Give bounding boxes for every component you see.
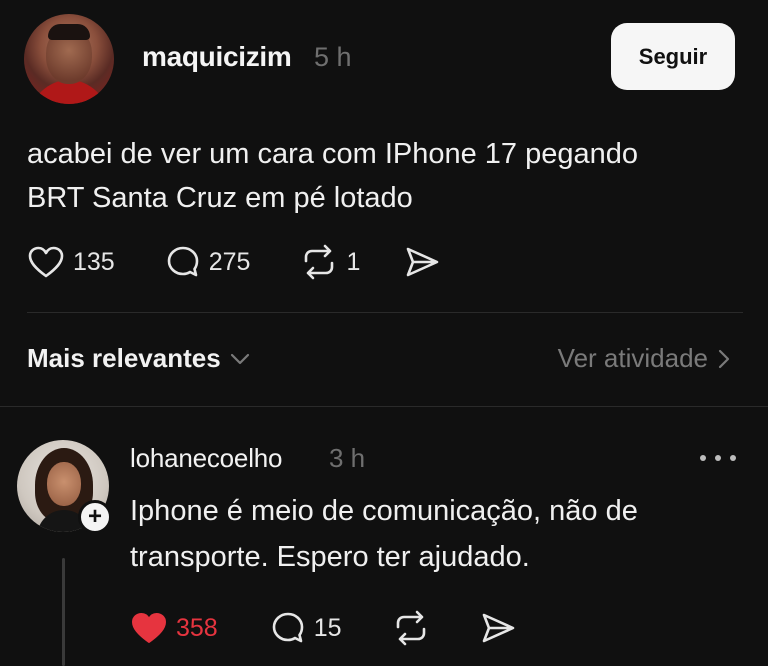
comment-count: 275 (208, 247, 251, 276)
chevron-right-icon (718, 349, 730, 368)
thread-page: maquicizim 5 h Seguir acabei de ver um c… (0, 0, 768, 666)
divider (27, 312, 743, 313)
activity-label: Ver atividade (557, 343, 708, 373)
chevron-down-icon (230, 353, 249, 364)
repost-count: 1 (346, 247, 361, 276)
reply-timestamp: 3 h (329, 443, 366, 473)
repost-icon (396, 610, 425, 646)
heart-icon (28, 246, 64, 278)
more-icon (700, 455, 706, 461)
sort-dropdown[interactable]: Mais relevantes (27, 343, 251, 374)
share-button[interactable] (404, 245, 440, 279)
more-options-button[interactable] (700, 448, 736, 468)
comment-icon (167, 246, 199, 277)
share-icon (407, 247, 439, 277)
reply-text-line: transporte. Espero ter ajudado. (130, 541, 530, 573)
heart-filled-icon (132, 613, 166, 643)
reply-share-button[interactable] (480, 611, 516, 645)
reply-like-count: 358 (176, 613, 218, 642)
post-text-line: acabei de ver um cara com IPhone 17 pega… (27, 138, 639, 170)
post-action-bar: 135 275 1 (27, 244, 440, 280)
post-timestamp: 5 h (314, 42, 352, 72)
view-activity-link[interactable]: Ver atividade (558, 343, 730, 374)
like-button[interactable]: 135 (27, 245, 115, 279)
follow-button[interactable]: Seguir (611, 23, 735, 90)
post-author-avatar[interactable] (24, 14, 114, 104)
share-icon (482, 613, 514, 643)
like-count: 135 (73, 247, 115, 276)
reply-username[interactable]: lohanecoelho (130, 443, 282, 474)
thread-line (62, 558, 65, 666)
post-text-line: BRT Santa Cruz em pé lotado (27, 182, 413, 214)
repost-icon (305, 244, 334, 280)
reply-text-line: Iphone é meio de comunicação, não de (130, 495, 638, 527)
plus-icon: + (87, 503, 102, 530)
reply-comment-button[interactable]: 15 (270, 610, 342, 646)
comment-icon (272, 612, 304, 643)
post-username[interactable]: maquicizim (142, 41, 292, 73)
reply-repost-button[interactable] (392, 610, 430, 646)
sort-label: Mais relevantes (27, 343, 221, 373)
post-text: acabei de ver um cara com IPhone 17 pega… (27, 132, 747, 220)
reply-action-bar: 358 15 (130, 610, 516, 646)
follow-plus-button[interactable]: + (78, 500, 112, 534)
reply-like-button[interactable]: 358 (130, 611, 218, 645)
reply-comment-count: 15 (313, 613, 342, 642)
reply-text: Iphone é meio de comunicação, não de tra… (130, 488, 750, 580)
divider (0, 406, 768, 407)
repost-button[interactable]: 1 (300, 244, 360, 280)
comment-button[interactable]: 275 (165, 244, 251, 280)
